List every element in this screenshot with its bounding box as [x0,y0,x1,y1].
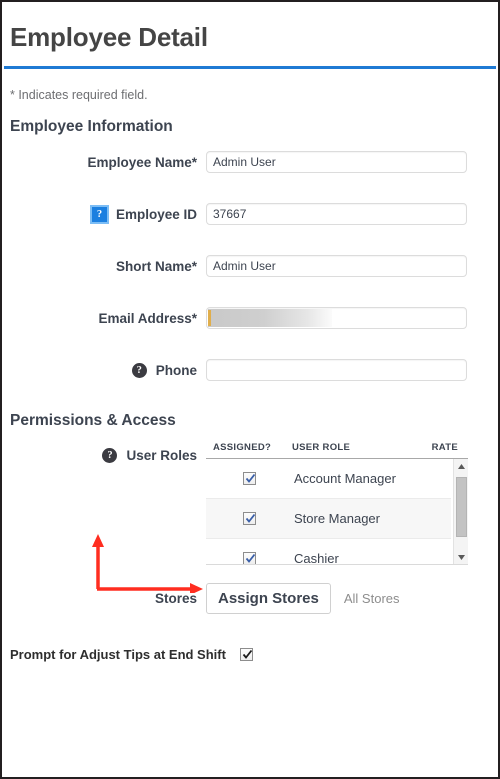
form-row-phone: ? Phone [2,344,498,396]
user-roles-table: ASSIGNED? USER ROLE RATE Account Manager [206,434,468,565]
label-stores: Stores [154,590,197,606]
role-assigned-checkbox[interactable] [242,512,256,525]
label-phone: Phone [155,362,197,378]
label-cell-employee-id: ? Employee ID [10,204,206,224]
role-name-cell: Store Manager [294,511,380,526]
scrollbar-thumb[interactable] [456,477,467,537]
label-short-name: Short Name* [115,258,197,274]
help-circle-icon-phone[interactable]: ? [131,362,147,378]
label-employee-name: Employee Name* [87,154,197,170]
form-row-employee-id: ? Employee ID [2,188,498,240]
short-name-input[interactable] [206,255,467,277]
form-row-stores: Stores Assign Stores All Stores [2,571,498,625]
form-row-employee-name: Employee Name* [2,136,498,188]
employee-id-input[interactable] [206,203,467,225]
scroll-up-arrow-icon[interactable] [454,459,468,474]
label-email-address: Email Address* [98,310,197,326]
user-roles-table-header: ASSIGNED? USER ROLE RATE [206,434,468,459]
email-redaction-overlay [208,309,332,327]
column-header-assigned: ASSIGNED? [213,442,272,453]
form-row-short-name: Short Name* [2,240,498,292]
role-assigned-checkbox[interactable] [242,552,256,564]
role-assigned-cell [206,552,292,564]
label-prompt-adjust-tips: Prompt for Adjust Tips at End Shift [10,647,226,662]
role-assigned-cell [206,512,292,525]
table-row[interactable]: Cashier [206,539,451,565]
page-title: Employee Detail [10,22,208,52]
label-cell-phone: ? Phone [10,362,206,378]
user-roles-scrollbar[interactable] [453,459,468,564]
table-row[interactable]: Account Manager [206,459,451,499]
label-cell-email-address: Email Address* [10,311,206,326]
label-cell-stores: Stores [10,591,206,606]
role-name-cell: Account Manager [294,471,396,486]
label-cell-employee-name: Employee Name* [10,155,206,170]
column-header-rate: RATE [431,442,458,453]
title-divider [4,66,496,69]
stores-value-text: All Stores [343,590,400,606]
role-assigned-cell [206,472,292,485]
form-row-user-roles: ? User Roles ASSIGNED? USER ROLE RATE Ac… [2,434,498,565]
label-employee-id: Employee ID [115,206,197,222]
required-field-note: * Indicates required field. [10,88,148,102]
role-name-cell: Cashier [294,551,339,565]
section-heading-employee-information: Employee Information [10,118,173,135]
email-text-caret [208,310,211,326]
employee-detail-page: Employee Detail * Indicates required fie… [0,0,500,779]
label-cell-short-name: Short Name* [10,259,206,274]
role-assigned-checkbox[interactable] [242,472,256,485]
phone-input[interactable] [206,359,467,381]
assign-stores-button[interactable]: Assign Stores [206,582,331,614]
help-circle-icon-user-roles[interactable]: ? [102,448,118,463]
section-heading-permissions-access: Permissions & Access [10,412,176,429]
prompt-adjust-tips-checkbox[interactable] [239,648,253,661]
label-cell-user-roles: ? User Roles [10,434,206,565]
table-row[interactable]: Store Manager [206,499,451,539]
column-header-user-role: USER ROLE [292,442,351,453]
form-row-prompt-adjust-tips: Prompt for Adjust Tips at End Shift [2,647,498,662]
user-roles-table-body: Account Manager Store Manager Cashier [206,459,468,565]
label-user-roles: User Roles [126,448,197,463]
email-address-input-wrapper [206,307,467,329]
employee-name-input[interactable] [206,151,467,173]
scroll-down-arrow-icon[interactable] [454,550,468,564]
help-square-icon[interactable]: ? [89,204,109,224]
form-row-email-address: Email Address* [2,292,498,344]
